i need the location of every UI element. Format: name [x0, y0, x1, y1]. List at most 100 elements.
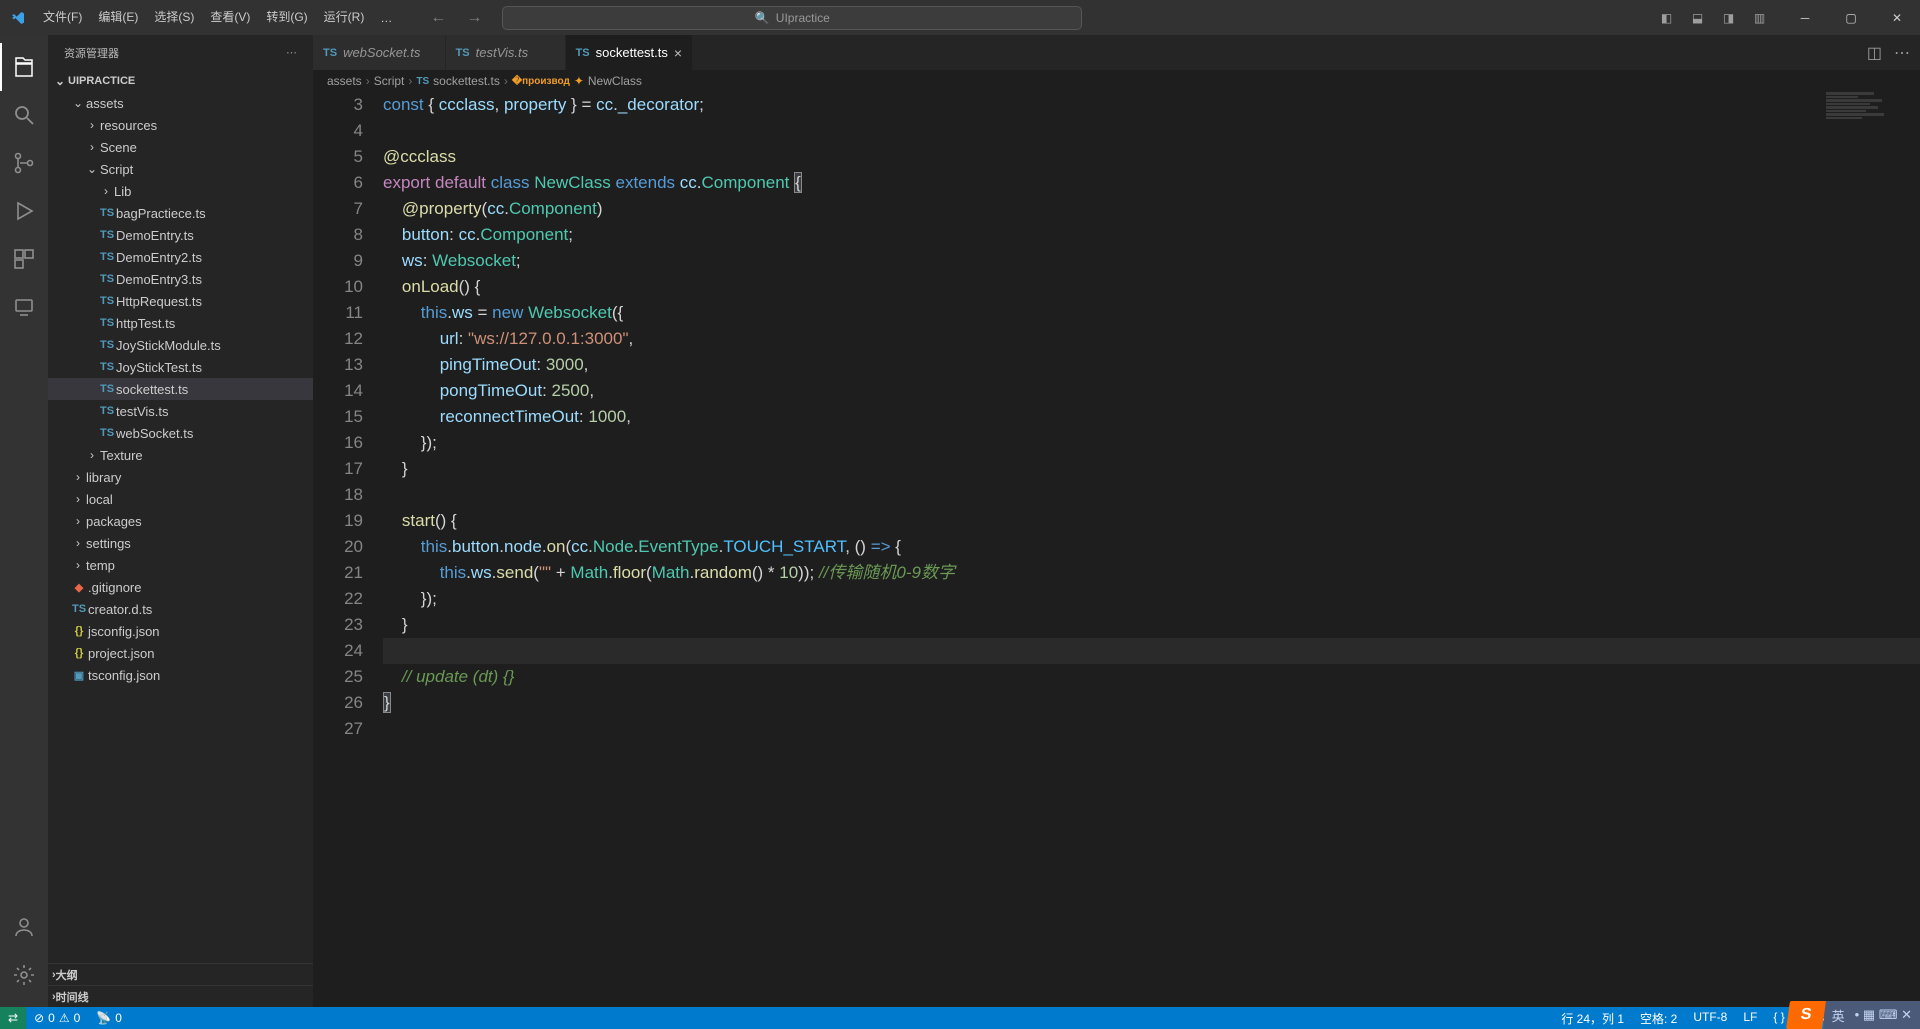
code-line[interactable]: this.ws = new Websocket({: [383, 300, 1920, 326]
tree-folder[interactable]: ⌄assets: [48, 92, 313, 114]
tree-file[interactable]: TSDemoEntry2.ts: [48, 246, 313, 268]
window-close-button[interactable]: ✕: [1874, 0, 1920, 35]
project-section-header[interactable]: ⌄ UIPRACTICE: [48, 70, 313, 92]
tree-file[interactable]: {}jsconfig.json: [48, 620, 313, 642]
code-line[interactable]: @ccclass: [383, 144, 1920, 170]
breadcrumb-symbol[interactable]: NewClass: [588, 74, 642, 88]
code-line[interactable]: [383, 118, 1920, 144]
tree-file[interactable]: TSJoyStickModule.ts: [48, 334, 313, 356]
ime-logo[interactable]: S: [1786, 1001, 1826, 1029]
code-line[interactable]: pongTimeOut: 2500,: [383, 378, 1920, 404]
code-line[interactable]: }: [383, 456, 1920, 482]
remote-indicator[interactable]: ⇄: [0, 1007, 26, 1029]
code-content[interactable]: const { ccclass, property } = cc._decora…: [383, 92, 1920, 1007]
status-cursor-pos[interactable]: 行 24，列 1: [1553, 1010, 1632, 1027]
sidebar-more-icon[interactable]: ⋯: [286, 46, 297, 59]
code-line[interactable]: @property(cc.Component): [383, 196, 1920, 222]
menu-item[interactable]: 选择(S): [146, 0, 202, 35]
code-line[interactable]: export default class NewClass extends cc…: [383, 170, 1920, 196]
status-encoding[interactable]: UTF-8: [1685, 1010, 1735, 1024]
breadcrumb[interactable]: assets › Script › TS sockettest.ts › �пр…: [313, 70, 1920, 92]
window-maximize-button[interactable]: ▢: [1828, 0, 1874, 35]
tree-folder[interactable]: ›Texture: [48, 444, 313, 466]
code-line[interactable]: }: [383, 690, 1920, 716]
tree-file[interactable]: ▣tsconfig.json: [48, 664, 313, 686]
code-line[interactable]: pingTimeOut: 3000,: [383, 352, 1920, 378]
activity-search[interactable]: [0, 91, 48, 139]
tree-folder[interactable]: ›resources: [48, 114, 313, 136]
code-line[interactable]: // update (dt) {}: [383, 664, 1920, 690]
code-line[interactable]: const { ccclass, property } = cc._decora…: [383, 92, 1920, 118]
tree-folder[interactable]: ›settings: [48, 532, 313, 554]
code-line[interactable]: [383, 482, 1920, 508]
tree-file[interactable]: ◆.gitignore: [48, 576, 313, 598]
editor-more-icon[interactable]: ⋯: [1894, 43, 1910, 63]
toggle-panel-icon[interactable]: ⬓: [1685, 5, 1710, 30]
code-line[interactable]: });: [383, 430, 1920, 456]
code-editor[interactable]: 3456789101112131415161718192021222324252…: [313, 92, 1920, 1007]
ime-extras[interactable]: • ▦ ⌨ ✕: [1855, 1007, 1912, 1023]
code-line[interactable]: }: [383, 612, 1920, 638]
nav-forward-icon[interactable]: →: [466, 9, 482, 27]
status-eol[interactable]: LF: [1735, 1010, 1765, 1024]
tree-file[interactable]: TSbagPractiece.ts: [48, 202, 313, 224]
code-line[interactable]: ws: Websocket;: [383, 248, 1920, 274]
code-line[interactable]: onLoad() {: [383, 274, 1920, 300]
tree-folder[interactable]: ›temp: [48, 554, 313, 576]
activity-extensions[interactable]: [0, 235, 48, 283]
ime-toolbar[interactable]: S 英 • ▦ ⌨ ✕: [1788, 1001, 1920, 1029]
tree-folder[interactable]: ›Lib: [48, 180, 313, 202]
tree-file[interactable]: TScreator.d.ts: [48, 598, 313, 620]
editor-tab[interactable]: TSwebSocket.ts×: [313, 35, 446, 70]
activity-account[interactable]: [0, 903, 48, 951]
status-ports[interactable]: 📡0: [88, 1007, 130, 1029]
menu-item[interactable]: 查看(V): [202, 0, 258, 35]
code-line[interactable]: [383, 716, 1920, 742]
activity-remote[interactable]: [0, 283, 48, 331]
code-line[interactable]: [383, 638, 1920, 664]
activity-explorer[interactable]: [0, 43, 48, 91]
activity-run-debug[interactable]: [0, 187, 48, 235]
minimap[interactable]: [1826, 92, 1906, 212]
tree-folder[interactable]: ›packages: [48, 510, 313, 532]
tree-folder[interactable]: ›Scene: [48, 136, 313, 158]
code-line[interactable]: this.button.node.on(cc.Node.EventType.TO…: [383, 534, 1920, 560]
tree-file[interactable]: TSDemoEntry.ts: [48, 224, 313, 246]
menu-overflow[interactable]: …: [372, 11, 400, 25]
tree-file[interactable]: TStestVis.ts: [48, 400, 313, 422]
breadcrumb-file[interactable]: sockettest.ts: [433, 74, 500, 88]
timeline-section-header[interactable]: › 时间线: [48, 985, 313, 1007]
tree-file[interactable]: TSDemoEntry3.ts: [48, 268, 313, 290]
code-line[interactable]: this.ws.send("" + Math.floor(Math.random…: [383, 560, 1920, 586]
tree-file[interactable]: TShttpTest.ts: [48, 312, 313, 334]
window-minimize-button[interactable]: ─: [1782, 0, 1828, 35]
menu-item[interactable]: 编辑(E): [90, 0, 146, 35]
tree-folder[interactable]: ⌄Script: [48, 158, 313, 180]
code-line[interactable]: reconnectTimeOut: 1000,: [383, 404, 1920, 430]
tree-file[interactable]: {}project.json: [48, 642, 313, 664]
command-center[interactable]: 🔍 UIpractice: [502, 6, 1082, 30]
tree-folder[interactable]: ›local: [48, 488, 313, 510]
tree-file[interactable]: TSHttpRequest.ts: [48, 290, 313, 312]
editor-tab[interactable]: TStestVis.ts×: [446, 35, 566, 70]
ime-lang[interactable]: 英: [1832, 1006, 1845, 1025]
activity-source-control[interactable]: [0, 139, 48, 187]
split-editor-icon[interactable]: ◫: [1867, 43, 1882, 63]
tree-file[interactable]: TSsockettest.ts: [48, 378, 313, 400]
breadcrumb-segment[interactable]: assets: [327, 74, 362, 88]
menu-item[interactable]: 运行(R): [316, 0, 373, 35]
editor-tab[interactable]: TSsockettest.ts×: [566, 35, 694, 70]
toggle-secondary-sidebar-icon[interactable]: ◨: [1716, 5, 1741, 30]
code-line[interactable]: });: [383, 586, 1920, 612]
code-line[interactable]: start() {: [383, 508, 1920, 534]
menu-item[interactable]: 文件(F): [35, 0, 90, 35]
nav-back-icon[interactable]: ←: [430, 9, 446, 27]
tree-folder[interactable]: ›library: [48, 466, 313, 488]
customize-layout-icon[interactable]: ▥: [1747, 5, 1772, 30]
outline-section-header[interactable]: › 大纲: [48, 963, 313, 985]
menu-item[interactable]: 转到(G): [258, 0, 315, 35]
breadcrumb-segment[interactable]: Script: [374, 74, 405, 88]
status-indent[interactable]: 空格: 2: [1632, 1010, 1685, 1027]
code-line[interactable]: button: cc.Component;: [383, 222, 1920, 248]
activity-settings[interactable]: [0, 951, 48, 999]
